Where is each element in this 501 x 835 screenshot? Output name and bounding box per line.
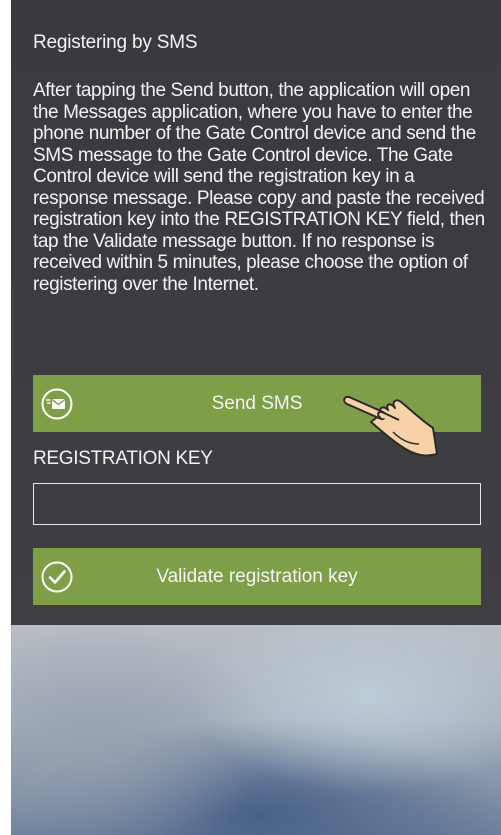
registration-key-label: REGISTRATION KEY <box>33 448 213 469</box>
tap-hand-icon <box>343 395 438 457</box>
checkmark-circle-icon <box>41 561 73 592</box>
app-screen: Registering by SMS After tapping the Sen… <box>11 0 501 835</box>
sms-registration-panel: Registering by SMS After tapping the Sen… <box>11 0 501 625</box>
validate-label: Validate registration key <box>156 565 358 587</box>
background-wallpaper <box>11 625 501 835</box>
sms-envelope-icon <box>41 388 73 419</box>
section-description: After tapping the Send button, the appli… <box>33 80 485 295</box>
section-title: Registering by SMS <box>33 32 198 53</box>
registration-key-input[interactable] <box>33 483 481 525</box>
validate-registration-key-button[interactable]: Validate registration key <box>33 548 481 605</box>
send-sms-label: Send SMS <box>211 392 303 414</box>
